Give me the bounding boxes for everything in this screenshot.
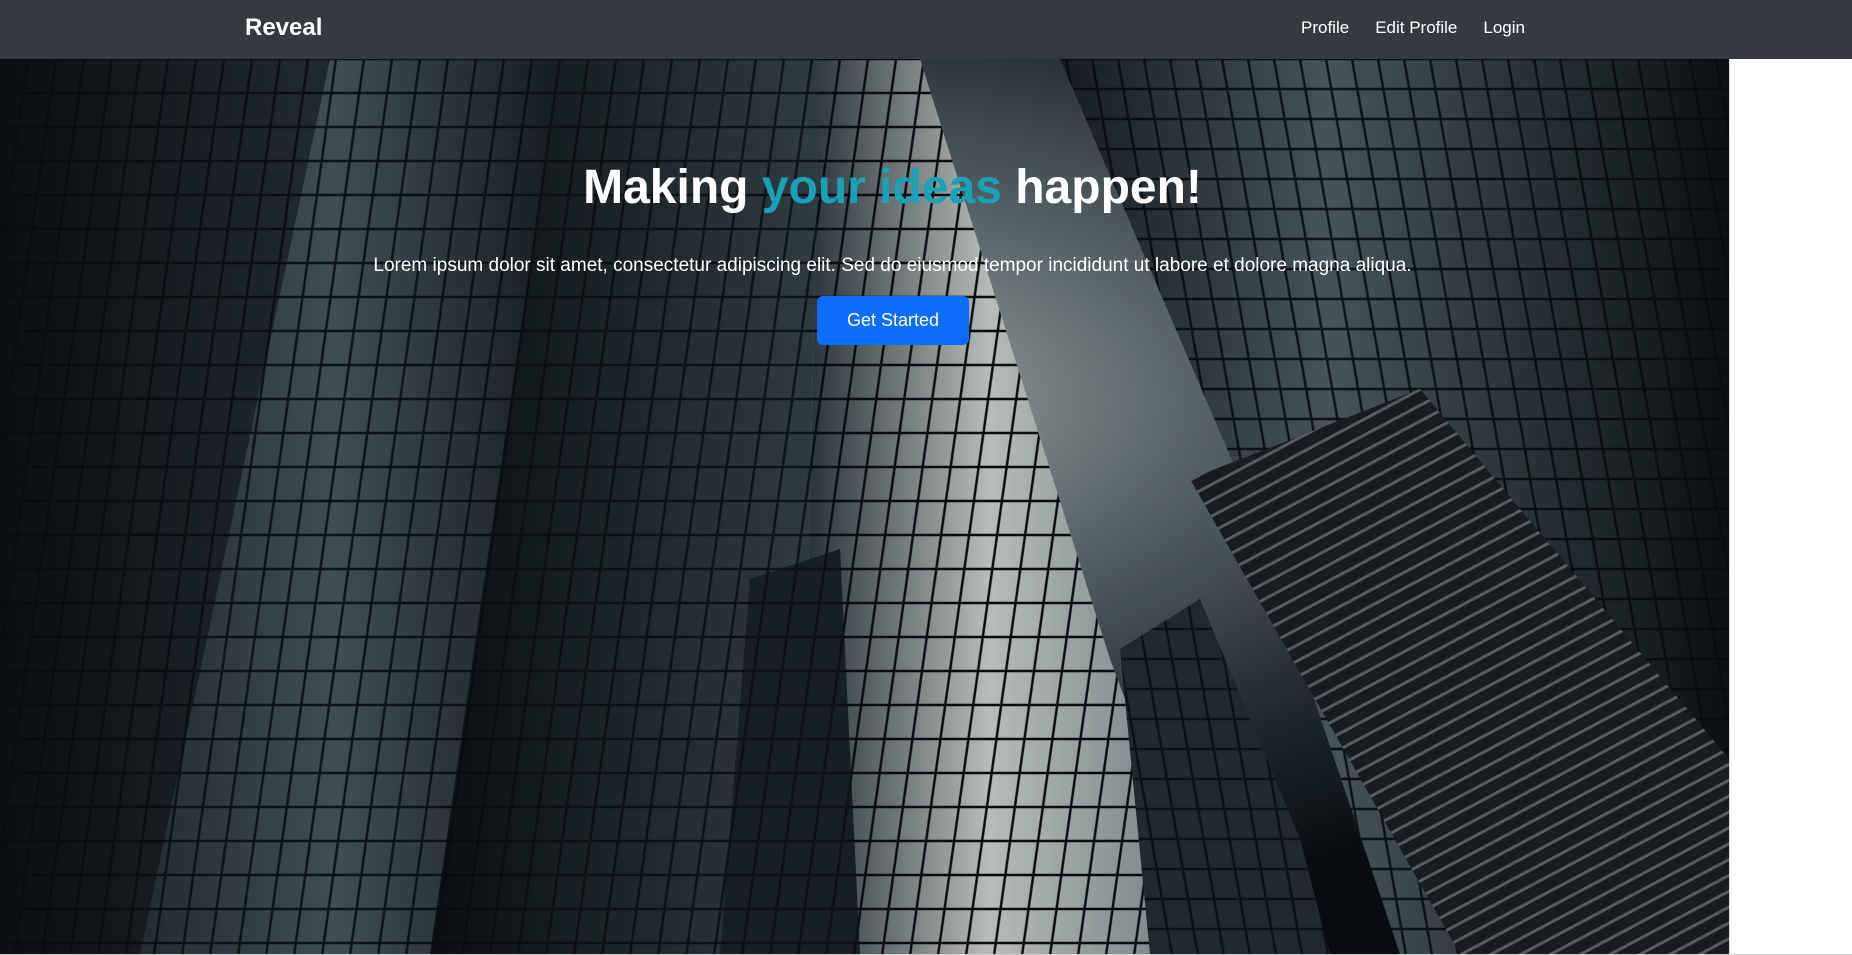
nav-link-profile[interactable]: Profile	[1301, 17, 1349, 39]
nav-link-login[interactable]: Login	[1483, 17, 1525, 39]
brand-logo[interactable]: Reveal	[245, 14, 322, 42]
nav-links: Profile Edit Profile Login	[1301, 17, 1525, 39]
headline-prefix: Making	[583, 161, 762, 214]
hero-headline: Making your ideas happen!	[0, 160, 1729, 216]
hero-section: Making your ideas happen! Lorem ipsum do…	[0, 59, 1729, 954]
headline-suffix: happen!	[1001, 161, 1202, 214]
hero-lead-text: Lorem ipsum dolor sit amet, consectetur …	[373, 255, 1412, 276]
headline-accent: your ideas	[761, 161, 1002, 214]
navbar: Reveal Profile Edit Profile Login	[0, 0, 1852, 59]
page-right-margin	[1729, 59, 1852, 954]
get-started-button[interactable]: Get Started	[817, 296, 969, 345]
nav-link-edit-profile[interactable]: Edit Profile	[1375, 17, 1457, 39]
